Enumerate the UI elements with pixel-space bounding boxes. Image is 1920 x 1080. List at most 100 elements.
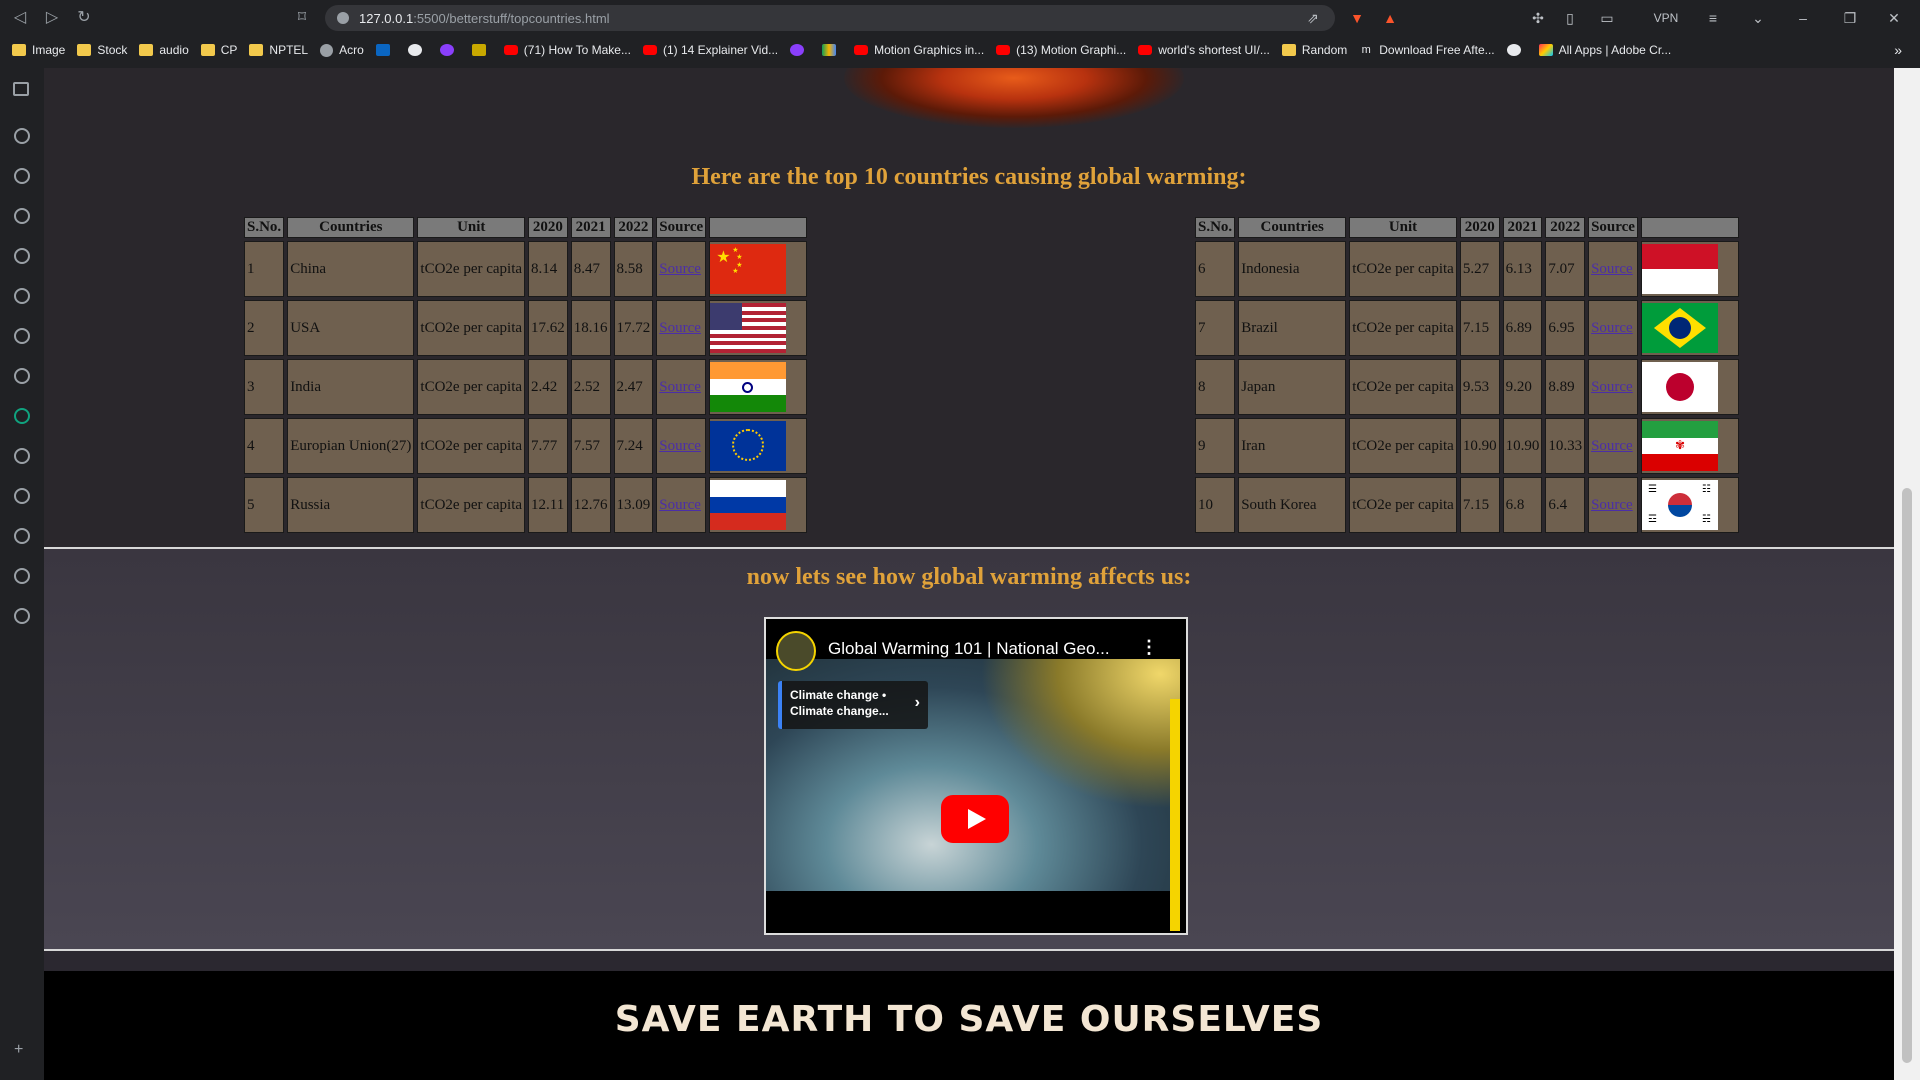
source-link[interactable]: Source: [1591, 261, 1633, 277]
bookmark-item[interactable]: All Apps | Adobe Cr...: [1538, 43, 1671, 57]
cell-source: Source: [1588, 241, 1638, 297]
scrollbar-thumb[interactable]: [1902, 488, 1912, 1063]
bookmark-page-icon[interactable]: ⌑: [292, 8, 312, 28]
sidebar-app-icon[interactable]: [14, 448, 30, 464]
chapter-chip[interactable]: Climate change • Climate change... ›: [778, 681, 928, 729]
cell-source: Source: [1588, 359, 1638, 415]
bookmark-item[interactable]: m Download Free Afte...: [1359, 43, 1495, 57]
source-link[interactable]: Source: [659, 438, 701, 454]
flag-india-icon: [710, 362, 787, 412]
tab-search-icon[interactable]: ⌄: [1748, 8, 1768, 28]
source-link[interactable]: Source: [1591, 379, 1633, 395]
sidebar-app-icon[interactable]: [14, 568, 30, 584]
cell-y2020: 12.11: [528, 477, 568, 533]
forward-icon[interactable]: ▷: [42, 8, 62, 28]
sidebar-app-icon[interactable]: [14, 208, 30, 224]
scrollbar[interactable]: [1894, 68, 1920, 1080]
bookmark-item[interactable]: [1506, 44, 1527, 56]
sidebar-app-icon[interactable]: [14, 168, 30, 184]
extensions-icon[interactable]: ✣: [1528, 8, 1548, 28]
source-link[interactable]: Source: [1591, 497, 1633, 513]
sidebar-app-icon[interactable]: [14, 328, 30, 344]
source-link[interactable]: Source: [659, 497, 701, 513]
column-header: 2022: [1545, 217, 1586, 238]
bookmarks-overflow-icon[interactable]: »: [1894, 42, 1902, 58]
cell-flag: [1640, 359, 1739, 415]
close-window-icon[interactable]: ✕: [1884, 8, 1904, 28]
brave-shields-icon[interactable]: ▼: [1347, 8, 1367, 28]
cell-y2020: 17.62: [528, 300, 568, 356]
bookmark-label: Image: [32, 43, 66, 57]
minimize-icon[interactable]: –: [1793, 8, 1813, 28]
sidebar-app-icon[interactable]: [14, 488, 30, 504]
bookmark-item[interactable]: [471, 44, 492, 56]
source-link[interactable]: Source: [659, 261, 701, 277]
brave-rewards-icon[interactable]: ▲: [1380, 8, 1400, 28]
table-row: 2 USA tCO2e per capita 17.62 18.16 17.72 Sourc…: [244, 300, 808, 356]
menu-icon[interactable]: ≡: [1703, 8, 1723, 28]
more-options-icon[interactable]: ⋮: [1140, 637, 1158, 658]
sidebar-app-icon[interactable]: [14, 368, 30, 384]
sidebar-app-icon[interactable]: [14, 128, 30, 144]
bookmark-item[interactable]: NPTEL: [249, 43, 308, 57]
source-link[interactable]: Source: [659, 320, 701, 336]
bookmark-item[interactable]: CP: [200, 43, 237, 57]
table-row: 4 Europian Union(27) tCO2e per capita 7.77 7…: [244, 418, 808, 474]
chevron-right-icon: ›: [914, 694, 920, 711]
cell-source: Source: [656, 418, 707, 474]
bookmark-item[interactable]: (1) 14 Explainer Vid...: [642, 43, 778, 57]
source-link[interactable]: Source: [1591, 320, 1633, 336]
sidebar-toggle-icon[interactable]: ▯: [1560, 8, 1580, 28]
bookmark-item[interactable]: [375, 44, 396, 56]
play-button[interactable]: [941, 795, 1009, 843]
source-link[interactable]: Source: [1591, 438, 1633, 454]
source-link[interactable]: Source: [659, 379, 701, 395]
sidebar-app-icon[interactable]: [14, 608, 30, 624]
reload-icon[interactable]: ↻: [74, 8, 94, 28]
youtube-embed[interactable]: Global Warming 101 | National Geo... ⋮ C…: [764, 617, 1188, 935]
add-icon[interactable]: +: [14, 1041, 23, 1059]
thumbnail-border: [1170, 699, 1180, 931]
cell-sno: 3: [244, 359, 285, 415]
chatgpt-icon[interactable]: [14, 408, 30, 424]
bookmark-item[interactable]: [822, 44, 842, 56]
channel-logo[interactable]: [776, 631, 816, 671]
bookmark-item[interactable]: Motion Graphics in...: [854, 43, 984, 57]
cell-country: Iran: [1238, 418, 1347, 474]
table-row: 8 Japan tCO2e per capita 9.53 9.20 8.89 Source: [1195, 359, 1739, 415]
restore-icon[interactable]: ❐: [1840, 8, 1860, 28]
cell-sno: 8: [1195, 359, 1236, 415]
url-text[interactable]: 127.0.0.1:5500/betterstuff/topcountries.…: [359, 11, 610, 26]
bookmark-item[interactable]: Acro: [320, 43, 364, 57]
sidebar-app-icon[interactable]: [14, 248, 30, 264]
cell-unit: tCO2e per capita: [1349, 418, 1457, 474]
sidebar-app-icon[interactable]: [14, 288, 30, 304]
bookmark-label: world's shortest UI/...: [1158, 43, 1270, 57]
site-info-icon[interactable]: [337, 12, 349, 24]
cell-sno: 2: [244, 300, 285, 356]
m-icon: m: [1361, 44, 1371, 56]
cell-y2020: 2.42: [528, 359, 568, 415]
bookmark-item[interactable]: (13) Motion Graphi...: [996, 43, 1126, 57]
video-title[interactable]: Global Warming 101 | National Geo...: [828, 639, 1110, 659]
bookmark-item[interactable]: audio: [139, 43, 189, 57]
wallet-icon[interactable]: ▭: [1597, 8, 1617, 28]
sidebar-app-icon[interactable]: [14, 528, 30, 544]
bookmark-item[interactable]: [790, 44, 810, 56]
back-icon[interactable]: ◁: [10, 8, 30, 28]
share-icon[interactable]: ⇗: [1303, 8, 1323, 28]
bookmark-item[interactable]: (71) How To Make...: [503, 43, 631, 57]
bookmark-item[interactable]: [407, 44, 428, 56]
address-bar[interactable]: 127.0.0.1:5500/betterstuff/topcountries.…: [325, 5, 1335, 31]
video-heading: now lets see how global warming affects …: [746, 564, 1192, 590]
column-header: Countries: [287, 217, 415, 238]
bookmark-item[interactable]: Random: [1281, 43, 1347, 57]
bookmark-item[interactable]: Image: [12, 43, 65, 57]
table-row: 9 Iran tCO2e per capita 10.90 10.90 10.33 Sour…: [1195, 418, 1739, 474]
bookmark-item[interactable]: Stock: [77, 43, 127, 57]
bookmark-item[interactable]: world's shortest UI/...: [1138, 43, 1270, 57]
bookmark-item[interactable]: [439, 44, 460, 56]
sidebar-panel-icon[interactable]: [13, 82, 29, 96]
cell-y2020: 8.14: [528, 241, 568, 297]
vpn-button[interactable]: VPN: [1646, 8, 1686, 28]
